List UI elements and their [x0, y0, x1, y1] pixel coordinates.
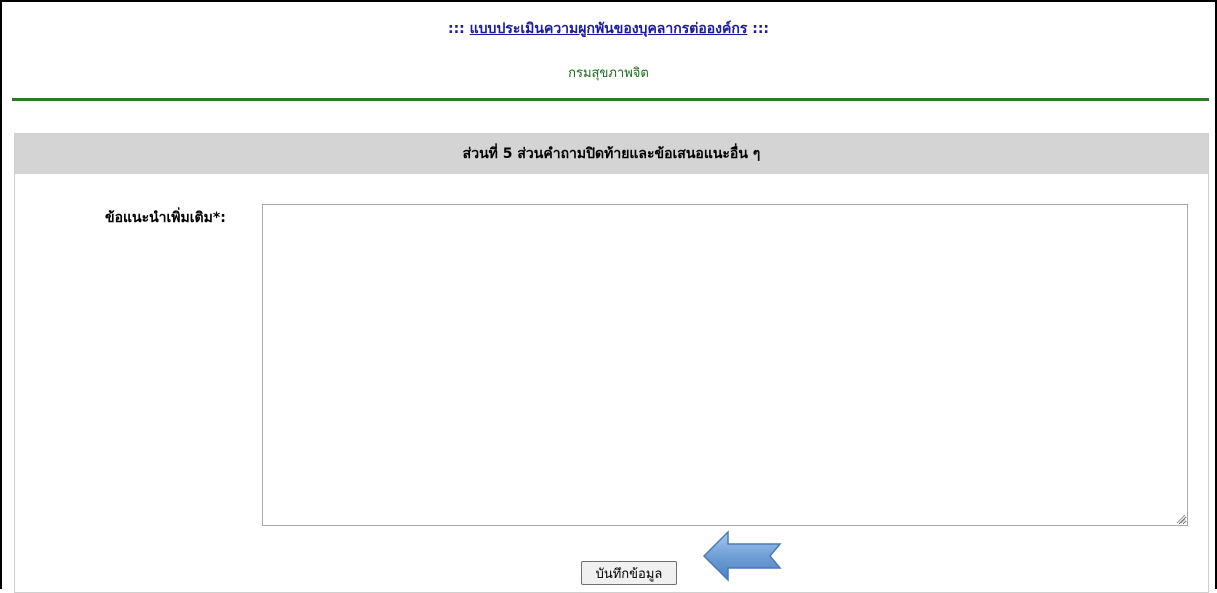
section-heading: ส่วนที่ 5 ส่วนคำถามปิดท้ายและข้อเสนอแนะอ…: [15, 134, 1208, 174]
title-suffix: :::: [752, 21, 770, 37]
header-divider: [12, 98, 1209, 101]
left-arrow-icon: [702, 530, 782, 582]
comment-textarea[interactable]: [262, 204, 1188, 526]
survey-section-5: ส่วนที่ 5 ส่วนคำถามปิดท้ายและข้อเสนอแนะอ…: [14, 133, 1209, 593]
page-title: ::: แบบประเมินความผูกพันของบุคลากรต่อองค…: [0, 18, 1217, 40]
department-subtitle: กรมสุขภาพจิต: [568, 66, 649, 81]
survey-title-link[interactable]: แบบประเมินความผูกพันของบุคลากรต่อองค์กร: [470, 21, 748, 37]
save-button[interactable]: บันทึกข้อมูล: [581, 561, 677, 585]
comment-field-label: ข้อแนะนำเพิ่มเติม*:: [105, 210, 226, 226]
resize-grip-icon[interactable]: [1175, 513, 1186, 524]
title-prefix: :::: [447, 21, 465, 37]
